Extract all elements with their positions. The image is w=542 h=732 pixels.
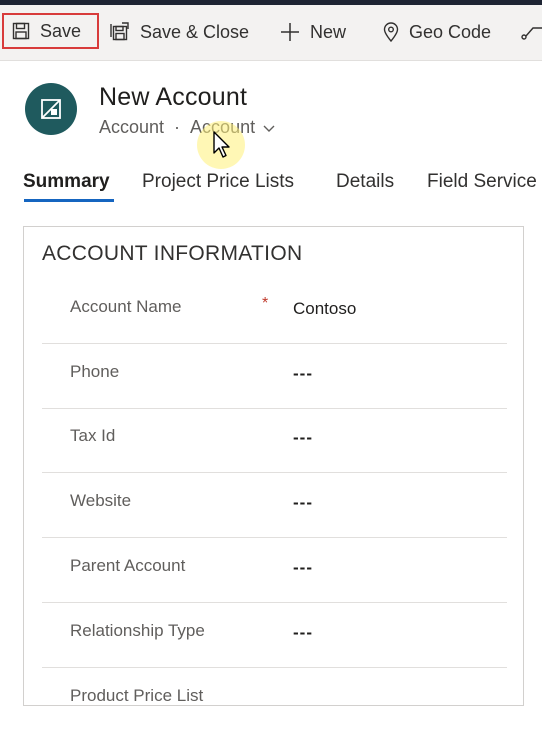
website-input[interactable]: --- xyxy=(293,493,313,513)
geo-code-button[interactable]: Geo Code xyxy=(383,15,491,49)
field-label: Phone xyxy=(70,362,120,381)
geo-code-label: Geo Code xyxy=(409,21,492,42)
field-row-parent-account[interactable]: Parent Account --- xyxy=(42,538,507,603)
page-title: New Account xyxy=(99,83,248,111)
save-button[interactable]: Save xyxy=(2,13,99,49)
active-tab-indicator xyxy=(24,199,114,202)
save-close-icon xyxy=(110,22,130,42)
field-label: Website xyxy=(70,491,132,510)
tab-details[interactable]: Details xyxy=(336,171,394,193)
map-pin-icon xyxy=(383,22,399,42)
field-row-phone[interactable]: Phone --- xyxy=(42,344,507,409)
field-row-account-name[interactable]: Account Name * Contoso xyxy=(42,279,507,344)
mouse-cursor-icon xyxy=(212,131,232,164)
field-label: Parent Account xyxy=(70,556,186,575)
relationship-type-select[interactable]: --- xyxy=(293,623,313,643)
save-label: Save xyxy=(40,20,82,41)
more-commands-button[interactable] xyxy=(521,15,542,49)
subtitle-separator: · xyxy=(174,117,181,137)
plus-icon xyxy=(280,22,300,42)
required-marker: * xyxy=(262,295,269,312)
parent-account-lookup[interactable]: --- xyxy=(293,558,313,578)
field-row-tax-id[interactable]: Tax Id --- xyxy=(42,408,507,473)
record-header: New Account Account · Account xyxy=(0,60,542,160)
field-label: Tax Id xyxy=(70,426,116,445)
phone-input[interactable]: --- xyxy=(293,364,313,384)
route-icon xyxy=(521,22,542,42)
account-name-input[interactable]: Contoso xyxy=(293,299,356,319)
field-label: Product Price List xyxy=(70,686,204,705)
entity-type-label: Account xyxy=(99,117,165,137)
chevron-down-icon xyxy=(263,117,275,138)
save-close-label: Save & Close xyxy=(140,21,250,42)
save-and-close-button[interactable]: Save & Close xyxy=(110,15,249,49)
tab-summary[interactable]: Summary xyxy=(23,171,110,193)
field-row-product-price-list[interactable]: Product Price List xyxy=(42,668,507,732)
tab-project-price-lists[interactable]: Project Price Lists xyxy=(142,171,294,193)
section-title: ACCOUNT INFORMATION xyxy=(42,242,303,265)
command-bar: Save Save & Close New Geo Code xyxy=(0,5,542,61)
field-label: Relationship Type xyxy=(70,621,205,640)
field-label: Account Name xyxy=(70,297,182,316)
tab-field-service[interactable]: Field Service xyxy=(427,171,537,193)
save-icon xyxy=(12,22,30,40)
field-row-website[interactable]: Website --- xyxy=(42,473,507,538)
new-button[interactable]: New xyxy=(280,15,346,49)
field-row-relationship-type[interactable]: Relationship Type --- xyxy=(42,603,507,668)
account-entity-icon xyxy=(25,83,77,135)
record-subtitle: Account · Account xyxy=(99,117,275,138)
form-tabs: Summary Project Price Lists Details Fiel… xyxy=(0,165,542,210)
tax-id-input[interactable]: --- xyxy=(293,428,313,448)
new-label: New xyxy=(310,21,347,42)
account-information-section: ACCOUNT INFORMATION Account Name * Conto… xyxy=(23,226,524,706)
